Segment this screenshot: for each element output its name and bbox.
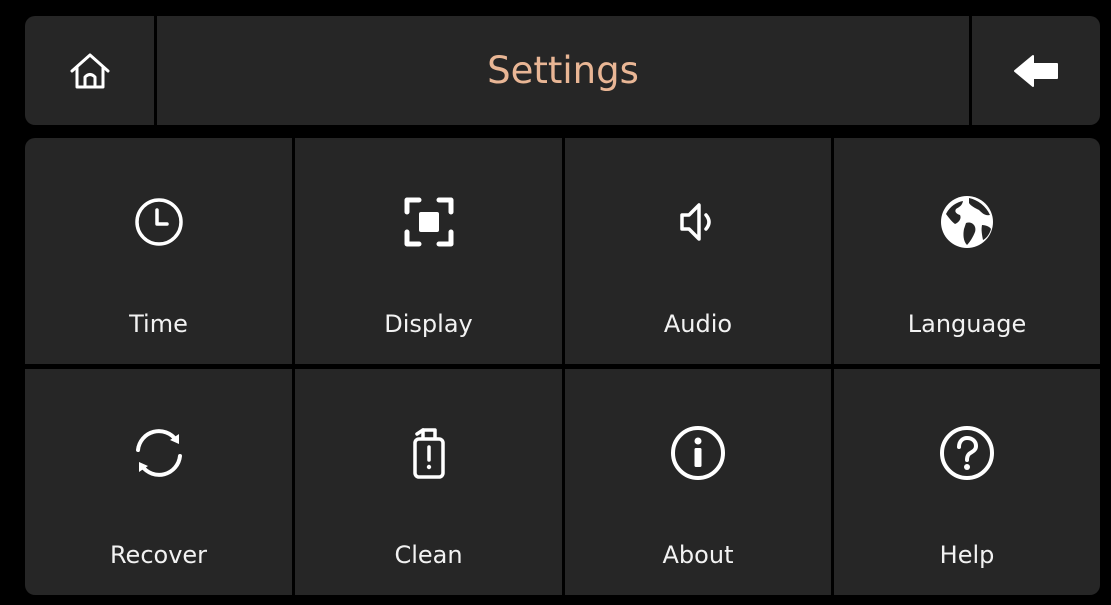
arrow-left-icon	[1014, 54, 1058, 87]
tile-help[interactable]: Help	[834, 369, 1100, 595]
tile-time[interactable]: Time	[25, 138, 292, 364]
globe-icon	[941, 196, 993, 248]
tile-recover[interactable]: Recover	[25, 369, 292, 595]
home-icon	[70, 53, 109, 88]
refresh-icon	[135, 429, 182, 477]
help-icon	[940, 426, 994, 480]
header-bar: Settings	[25, 16, 1100, 125]
tile-label: Audio	[663, 310, 733, 338]
tile-label: Recover	[109, 541, 208, 569]
settings-grid: Time Display Audio Language Recover Clea…	[25, 138, 1100, 595]
tile-label: Clean	[394, 541, 463, 569]
tile-label: Help	[939, 541, 995, 569]
page-title: Settings	[487, 49, 639, 92]
home-button[interactable]	[25, 16, 154, 125]
speaker-icon	[680, 203, 711, 241]
tile-display[interactable]: Display	[295, 138, 562, 364]
back-button[interactable]	[972, 16, 1100, 125]
tile-label: Language	[907, 310, 1027, 338]
tile-label: About	[662, 541, 734, 569]
display-icon	[404, 197, 453, 247]
tile-audio[interactable]: Audio	[565, 138, 831, 364]
clock-icon	[134, 198, 183, 246]
tile-language[interactable]: Language	[834, 138, 1100, 364]
tile-label: Time	[129, 310, 188, 338]
tile-label: Display	[384, 310, 473, 338]
clean-icon	[412, 428, 445, 479]
tile-clean[interactable]: Clean	[295, 369, 562, 595]
tile-about[interactable]: About	[565, 369, 831, 595]
info-icon	[671, 426, 725, 480]
